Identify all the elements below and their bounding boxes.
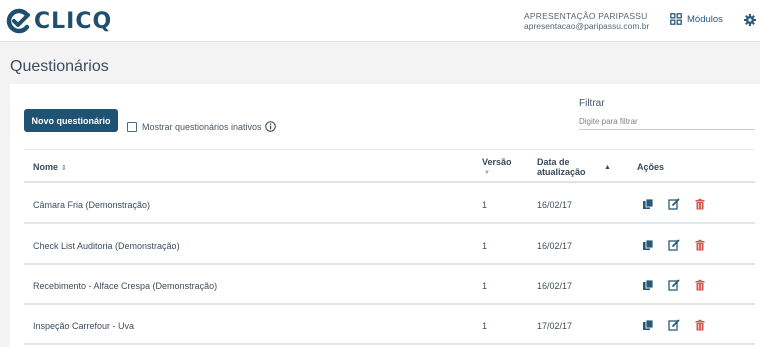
- user-email: apresentacao@paripassu.com.br: [524, 21, 650, 31]
- column-header-name[interactable]: Nome ⇕: [33, 162, 67, 172]
- row-name: Câmara Fria (Demonstração): [33, 200, 151, 210]
- table-row: Inspeção Carrefour - Uva 1 17/02/17: [24, 306, 755, 345]
- copy-icon[interactable]: [642, 198, 654, 210]
- trash-icon[interactable]: [694, 319, 706, 331]
- user-name: APRESENTAÇÃO PARIPASSU: [524, 11, 648, 21]
- column-name-label: Nome: [33, 162, 59, 172]
- show-inactive-toggle: Mostrar questionários inativos: [127, 121, 276, 132]
- sort-up-icon: ▲: [604, 164, 611, 171]
- row-version: 1: [482, 200, 488, 210]
- table-row: Recebimento - Alface Crespa (Demonstraçã…: [24, 266, 755, 305]
- row-name: Check List Auditoria (Demonstração): [33, 241, 180, 251]
- user-info[interactable]: APRESENTAÇÃO PARIPASSU apresentacao@pari…: [524, 11, 649, 31]
- trash-icon[interactable]: [694, 279, 706, 291]
- trash-icon[interactable]: [694, 198, 706, 210]
- page-title: Questionários: [10, 58, 109, 75]
- modules-grid-icon: [670, 13, 682, 25]
- column-date-label-line1: Data de: [537, 157, 570, 167]
- row-version: 1: [482, 281, 488, 291]
- copy-icon[interactable]: [642, 319, 654, 331]
- row-date: 16/02/17: [537, 281, 573, 291]
- column-header-actions: Ações: [637, 162, 665, 172]
- table-row: Câmara Fria (Demonstração) 1 16/02/17: [24, 185, 755, 224]
- sort-both-icon: ⇕: [61, 165, 67, 172]
- column-version-label: Versão: [482, 157, 512, 167]
- table-row: Check List Auditoria (Demonstração) 1 16…: [24, 226, 755, 265]
- copy-icon[interactable]: [642, 279, 654, 291]
- row-date: 16/02/17: [537, 200, 573, 210]
- gear-icon[interactable]: [744, 14, 756, 26]
- filter-input[interactable]: [579, 113, 755, 130]
- row-name: Recebimento - Alface Crespa (Demonstraçã…: [33, 281, 218, 291]
- row-name: Inspeção Carrefour - Uva: [33, 321, 135, 331]
- trash-icon[interactable]: [694, 239, 706, 251]
- row-version: 1: [482, 321, 488, 331]
- row-version: 1: [482, 241, 488, 251]
- edit-icon[interactable]: [668, 279, 680, 291]
- sort-down-icon: ▼: [484, 170, 490, 176]
- filter-label: Filtrar: [579, 98, 605, 109]
- edit-icon[interactable]: [668, 239, 680, 251]
- column-header-date[interactable]: Data de atualização ▲: [537, 157, 611, 177]
- copy-icon[interactable]: [642, 239, 654, 251]
- new-questionnaire-button[interactable]: Novo questionário: [24, 109, 118, 132]
- edit-icon[interactable]: [668, 319, 680, 331]
- show-inactive-label[interactable]: Mostrar questionários inativos: [142, 122, 262, 132]
- modules-label: Módulos: [687, 13, 723, 25]
- logo-text: CLICQ: [34, 8, 113, 34]
- table-header: Nome ⇕ Versão ▼ Data de atualização ▲ Açõ…: [24, 149, 755, 183]
- clicq-logo[interactable]: CLICQ: [6, 6, 112, 36]
- edit-icon[interactable]: [668, 198, 680, 210]
- clicq-logo-icon: [6, 8, 30, 34]
- row-date: 17/02/17: [537, 321, 573, 331]
- column-header-version[interactable]: Versão ▼: [482, 157, 512, 176]
- info-icon[interactable]: [264, 121, 276, 132]
- modules-button[interactable]: Módulos: [670, 13, 723, 25]
- column-date-label-line2: atualização: [537, 167, 586, 177]
- show-inactive-checkbox[interactable]: [127, 121, 137, 132]
- row-date: 16/02/17: [537, 241, 573, 251]
- top-bar: CLICQ APRESENTAÇÃO PARIPASSU apresentaca…: [0, 0, 760, 42]
